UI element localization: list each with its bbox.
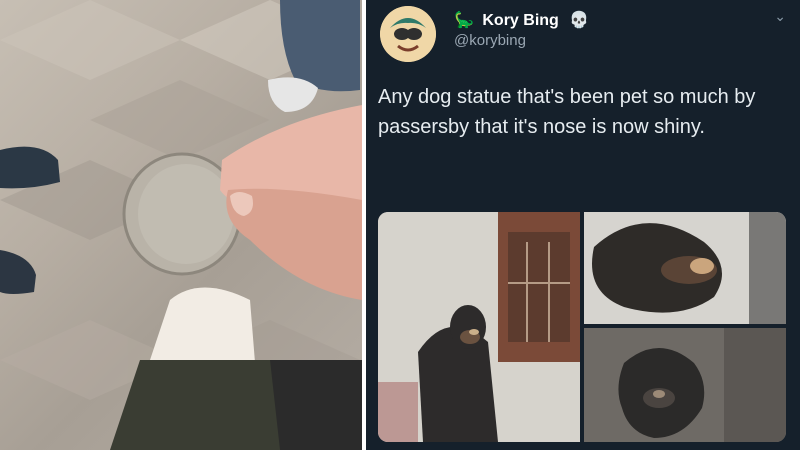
coin-photo-art (0, 0, 362, 450)
display-name[interactable]: 🦕 Kory Bing 💀 (454, 10, 589, 30)
avatar-art (380, 6, 436, 62)
statue-photo-1-art (378, 212, 580, 442)
chevron-down-icon[interactable]: ⌄ (774, 8, 786, 25)
tweet-media-grid (378, 212, 786, 442)
statue-photo-2[interactable] (584, 212, 786, 324)
tweet-text: Any dog statue that's been pet so much b… (378, 86, 756, 138)
statue-photo-1[interactable] (378, 212, 580, 442)
display-name-text: Kory Bing (482, 12, 559, 29)
user-handle[interactable]: @korybing (454, 32, 526, 49)
statue-photo-2-art (584, 212, 786, 324)
statue-photo-3[interactable] (584, 328, 786, 442)
meme-composite: 🦕 Kory Bing 💀 @korybing ⌄ Any dog statue… (0, 0, 800, 450)
coin-photo (0, 0, 362, 450)
statue-photo-3-art (584, 328, 786, 442)
tweet-panel: 🦕 Kory Bing 💀 @korybing ⌄ Any dog statue… (366, 0, 800, 450)
skull-icon: 💀 (569, 12, 590, 29)
dinosaur-icon: 🦕 (454, 12, 474, 29)
avatar[interactable] (380, 6, 436, 62)
